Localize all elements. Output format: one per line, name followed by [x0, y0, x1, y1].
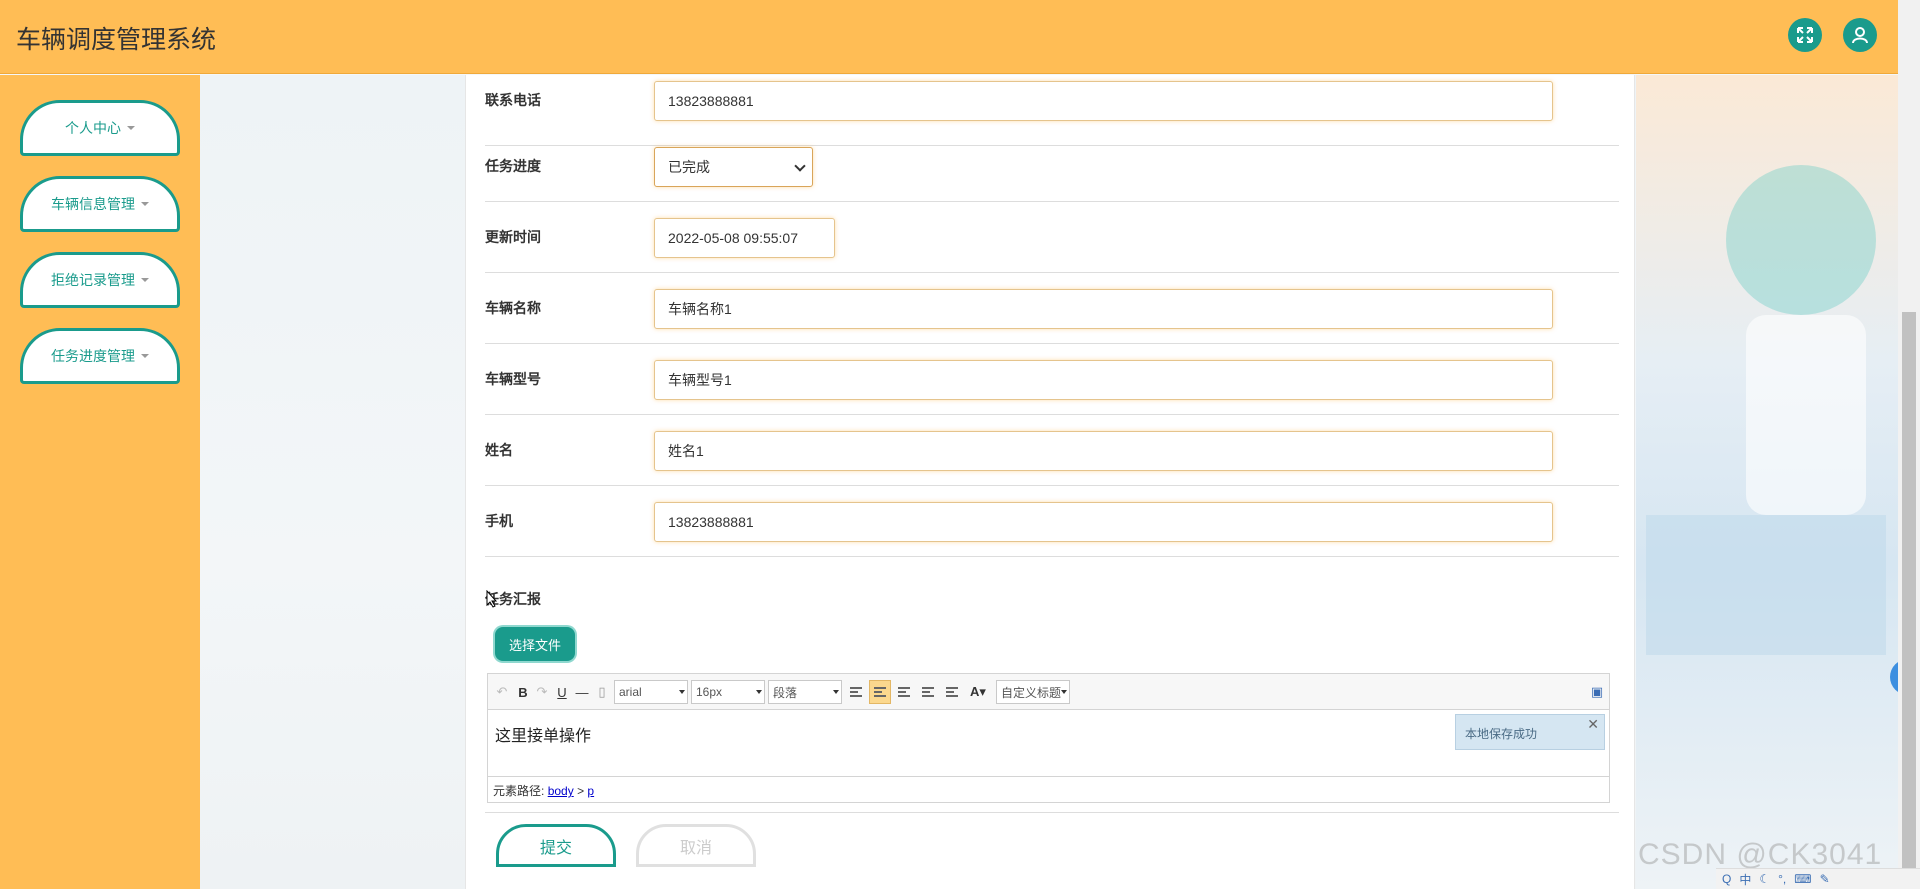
sidebar-item-label: 任务进度管理 [51, 348, 135, 364]
ime-indicator[interactable]: 中 [1739, 871, 1751, 888]
name-input[interactable]: 姓名1 [654, 431, 1553, 471]
watermark: CSDN @CK3041 [1638, 838, 1883, 871]
system-tray: Q 中 ☾ °, ⌨ ✎ [1716, 868, 1920, 889]
top-header: 车辆调度管理系统 [0, 0, 1898, 74]
path-body-link[interactable]: body [548, 784, 574, 798]
field-label: 手机 [485, 513, 513, 529]
path-p-link[interactable]: p [587, 784, 594, 798]
user-button[interactable] [1843, 18, 1877, 52]
progress-select[interactable]: 已完成 [654, 147, 813, 187]
sidebar: 个人中心 车辆信息管理 拒绝记录管理 任务进度管理 [0, 75, 200, 889]
field-label: 任务进度 [485, 158, 541, 174]
select-value: 已完成 [668, 159, 710, 175]
caret-down-icon [141, 202, 149, 206]
font-color-icon[interactable]: A▾ [966, 680, 990, 704]
sidebar-item-label: 个人中心 [65, 120, 121, 136]
chevron-down-icon [794, 160, 806, 172]
sidebar-item-vehicle-info[interactable]: 车辆信息管理 [20, 176, 180, 232]
dropdown-icon [756, 690, 762, 694]
align-left-icon[interactable] [869, 680, 891, 704]
caret-down-icon [127, 126, 135, 130]
underline-icon[interactable]: U [554, 680, 570, 704]
toast-message: 本地保存成功 [1465, 727, 1538, 741]
punctuation-icon[interactable]: °, [1778, 872, 1786, 886]
sidebar-item-label: 拒绝记录管理 [51, 272, 135, 288]
close-icon[interactable]: ✕ [1587, 716, 1599, 733]
paragraph-select[interactable]: 段落 [768, 680, 842, 704]
mouse-cursor-icon [486, 589, 498, 608]
rich-text-editor: ↶ B ↷ U — ▯ arial 16px 段落 A▾ 自定义标题 ▣ 这里接… [487, 673, 1610, 803]
paragraph-value: 段落 [773, 685, 798, 700]
font-size-select[interactable]: 16px [691, 680, 765, 704]
form-row-name: 姓名 姓名1 [485, 415, 1619, 486]
form-card: 联系电话 13823888881 任务进度 已完成 更新时间 2022-05-0… [465, 75, 1635, 889]
expand-icon [1797, 27, 1813, 43]
form-row-vehicle-model: 车辆型号 车辆型号1 [485, 344, 1619, 415]
custom-title-value: 自定义标题 [1001, 685, 1062, 700]
phone-input[interactable]: 13823888881 [654, 81, 1553, 121]
editor-toolbar: ↶ B ↷ U — ▯ arial 16px 段落 A▾ 自定义标题 ▣ [488, 674, 1609, 710]
field-label: 车辆型号 [485, 371, 541, 387]
form-row-vehicle-name: 车辆名称 车辆名称1 [485, 273, 1619, 344]
updated-time-input[interactable]: 2022-05-08 09:55:07 [654, 218, 835, 258]
field-label: 车辆名称 [485, 300, 541, 316]
user-icon [1852, 27, 1868, 44]
vehicle-name-input[interactable]: 车辆名称1 [654, 289, 1553, 329]
sidebar-item-label: 车辆信息管理 [51, 196, 135, 212]
choose-file-button[interactable]: 选择文件 [495, 627, 575, 661]
settings-icon[interactable]: ✎ [1820, 872, 1830, 886]
undo-icon[interactable]: ↶ [494, 680, 510, 704]
field-label: 姓名 [485, 442, 513, 458]
decorative-illustration [1636, 75, 1898, 889]
custom-title-select[interactable]: 自定义标题 [996, 680, 1070, 704]
form-row-updated: 更新时间 2022-05-08 09:55:07 [485, 202, 1619, 273]
sidebar-item-task-progress[interactable]: 任务进度管理 [20, 328, 180, 384]
sidebar-item-personal-center[interactable]: 个人中心 [20, 100, 180, 156]
vehicle-model-input[interactable]: 车辆型号1 [654, 360, 1553, 400]
paste-icon[interactable]: ▯ [594, 680, 610, 704]
caret-down-icon [141, 278, 149, 282]
sidebar-item-reject-records[interactable]: 拒绝记录管理 [20, 252, 180, 308]
scrollbar-thumb[interactable] [1902, 312, 1916, 889]
fullscreen-button[interactable] [1788, 18, 1822, 52]
field-label: 联系电话 [485, 92, 541, 108]
align-right-icon[interactable] [894, 680, 914, 704]
editor-status-bar: 元素路径: body > p [488, 776, 1609, 802]
horizontal-rule-icon[interactable]: — [574, 680, 590, 704]
search-icon[interactable]: Q [1722, 872, 1731, 886]
field-label: 更新时间 [485, 229, 541, 245]
font-family-select[interactable]: arial [614, 680, 688, 704]
page-scrollbar[interactable] [1898, 0, 1920, 889]
align-justify-icon[interactable] [942, 680, 962, 704]
bold-icon[interactable]: B [514, 680, 532, 704]
form-row-progress: 任务进度 已完成 [485, 131, 1619, 202]
font-family-value: arial [619, 685, 642, 699]
dropdown-icon [1061, 690, 1067, 694]
submit-button[interactable]: 提交 [496, 824, 616, 867]
form-row-mobile: 手机 13823888881 [485, 486, 1619, 557]
divider [485, 812, 1619, 813]
element-path-label: 元素路径: [493, 784, 545, 798]
path-separator: > [577, 784, 585, 798]
mobile-input[interactable]: 13823888881 [654, 502, 1553, 542]
font-size-value: 16px [696, 685, 723, 699]
redo-icon[interactable]: ↷ [534, 680, 550, 704]
dropdown-icon [679, 690, 685, 694]
app-title: 车辆调度管理系统 [16, 26, 217, 54]
align-center-icon[interactable] [918, 680, 938, 704]
moon-icon[interactable]: ☾ [1759, 872, 1770, 886]
fullscreen-editor-icon[interactable]: ▣ [1589, 680, 1605, 704]
caret-down-icon [141, 354, 149, 358]
keyboard-icon[interactable]: ⌨ [1794, 872, 1811, 886]
editor-content[interactable]: 这里接单操作 [488, 710, 1609, 778]
cancel-button[interactable]: 取消 [636, 824, 756, 867]
table-icon[interactable] [846, 680, 866, 704]
save-toast: 本地保存成功 ✕ [1455, 714, 1605, 750]
dropdown-icon [833, 690, 839, 694]
